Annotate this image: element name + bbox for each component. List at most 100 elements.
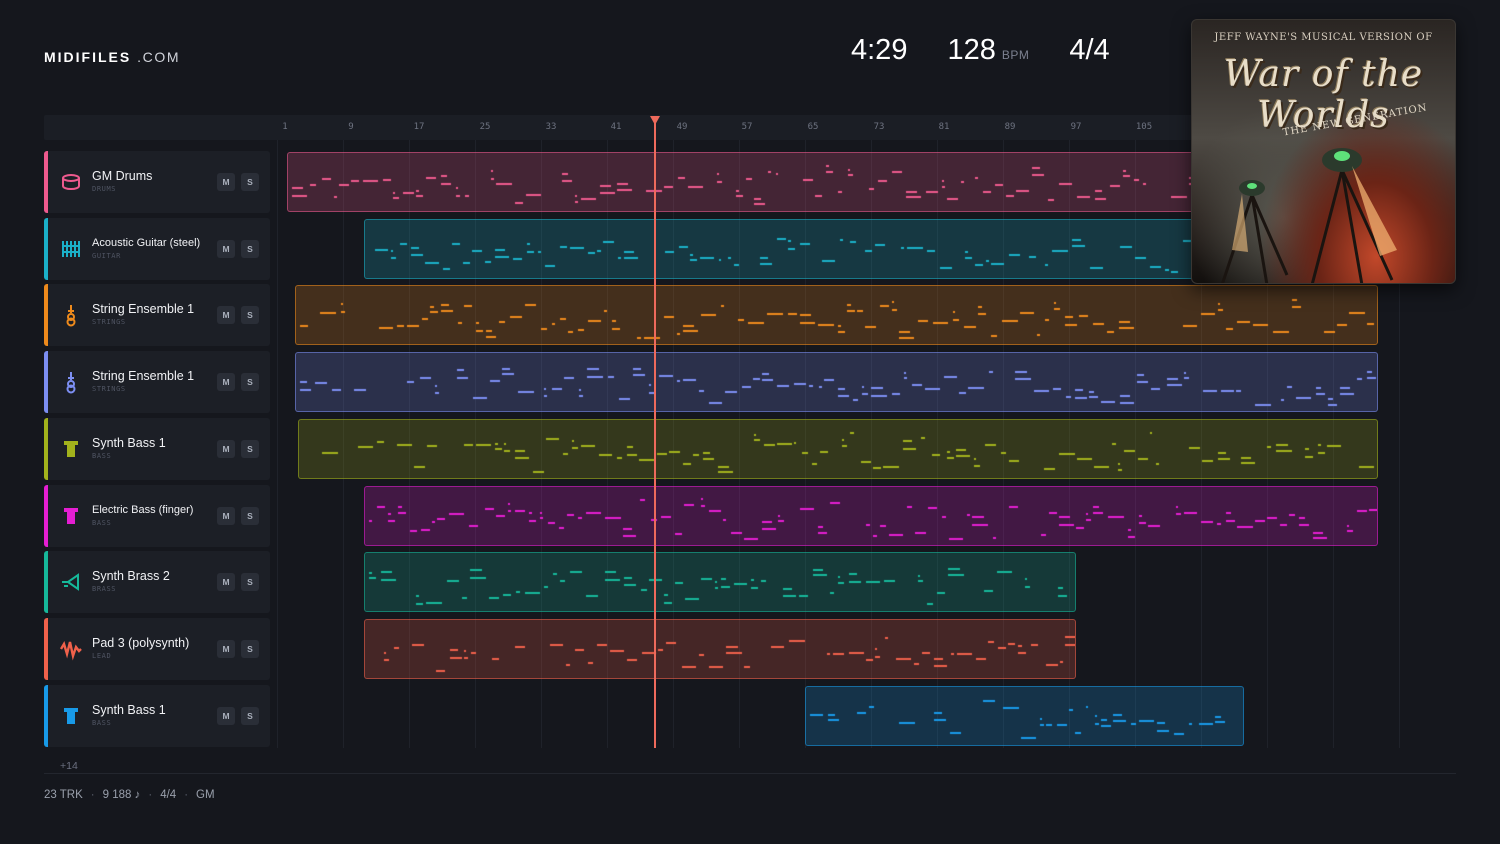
track-name: Acoustic Guitar (steel): [92, 237, 201, 249]
bar-number: 97: [1070, 122, 1082, 132]
brand-suffix: .COM: [137, 49, 181, 65]
bar-number: 105: [1135, 122, 1153, 132]
bar-number: 1: [282, 122, 288, 132]
track-category: DRUMS: [92, 185, 117, 193]
mute-button[interactable]: M: [217, 173, 235, 191]
solo-button[interactable]: S: [241, 640, 259, 658]
track-category: STRINGS: [92, 318, 126, 326]
album-cover: JEFF WAYNE'S MUSICAL VERSION OF War of t…: [1191, 19, 1456, 284]
track-name: String Ensemble 1: [92, 369, 195, 383]
track-color-stripe: [44, 485, 48, 547]
solo-button[interactable]: S: [241, 373, 259, 391]
mute-button[interactable]: M: [217, 507, 235, 525]
playhead-marker[interactable]: [650, 116, 660, 125]
track-category: BRASS: [92, 585, 117, 593]
bar-number: 65: [807, 122, 819, 132]
song-stats: 4:29 128 BPM 4/4: [851, 34, 1110, 67]
note-pattern: [288, 153, 1246, 211]
track-color-stripe: [44, 151, 48, 213]
note-pattern: [365, 620, 1075, 678]
solo-button[interactable]: S: [241, 507, 259, 525]
solo-button[interactable]: S: [241, 306, 259, 324]
footer-summary: 23 TRK · 9 188 ♪ · 4/4 · GM: [44, 789, 215, 801]
track-header[interactable]: Synth Bass 1 BASS M S: [44, 685, 270, 747]
track-category: BASS: [92, 519, 112, 527]
solo-button[interactable]: S: [241, 573, 259, 591]
bass-icon: [59, 504, 83, 528]
track-name: Synth Brass 2: [92, 569, 170, 583]
bass-icon: [59, 704, 83, 728]
track-header[interactable]: Pad 3 (polysynth) LEAD M S: [44, 618, 270, 680]
track-color-stripe: [44, 551, 48, 613]
midi-region[interactable]: [805, 686, 1244, 746]
bar-number: 25: [479, 122, 491, 132]
mute-button[interactable]: M: [217, 640, 235, 658]
note-pattern: [296, 353, 1377, 411]
track-name: Pad 3 (polysynth): [92, 636, 190, 650]
drum-icon: [59, 170, 83, 194]
solo-button[interactable]: S: [241, 440, 259, 458]
note-pattern: [365, 220, 1246, 278]
footer-midi-standard: GM: [196, 789, 215, 801]
violin-icon: [59, 370, 83, 394]
playhead[interactable]: [654, 116, 656, 748]
track-header[interactable]: String Ensemble 1 STRINGS M S: [44, 351, 270, 413]
note-pattern: [365, 553, 1075, 611]
track-header[interactable]: Acoustic Guitar (steel) GUITAR M S: [44, 218, 270, 280]
mute-button[interactable]: M: [217, 707, 235, 725]
mute-button[interactable]: M: [217, 240, 235, 258]
track-name: Synth Bass 1: [92, 436, 166, 450]
brand-name: MIDIFILES: [44, 49, 132, 65]
bar-number: 9: [348, 122, 354, 132]
track-header[interactable]: Synth Brass 2 BRASS M S: [44, 551, 270, 613]
track-color-stripe: [44, 284, 48, 346]
bar-number: 73: [873, 122, 885, 132]
track-category: LEAD: [92, 652, 112, 660]
track-color-stripe: [44, 618, 48, 680]
time-signature-display: 4/4: [1069, 34, 1110, 66]
brand-logo[interactable]: MIDIFILES .COM: [44, 49, 180, 65]
track-category: GUITAR: [92, 252, 121, 260]
horn-icon: [59, 570, 83, 594]
wave-icon: [59, 637, 83, 661]
midi-region[interactable]: [287, 152, 1247, 212]
note-pattern: [296, 286, 1377, 344]
track-header[interactable]: Synth Bass 1 BASS M S: [44, 418, 270, 480]
bass-icon: [59, 437, 83, 461]
footer-track-count: 23 TRK: [44, 789, 83, 801]
track-color-stripe: [44, 418, 48, 480]
tempo-unit: BPM: [1001, 48, 1030, 62]
track-header[interactable]: String Ensemble 1 STRINGS M S: [44, 284, 270, 346]
track-header[interactable]: GM Drums DRUMS M S: [44, 151, 270, 213]
bar-number: 49: [676, 122, 688, 132]
mute-button[interactable]: M: [217, 373, 235, 391]
track-name: String Ensemble 1: [92, 302, 195, 316]
footer-time-signature: 4/4: [160, 789, 177, 801]
track-header[interactable]: Electric Bass (finger) BASS M S: [44, 485, 270, 547]
mute-button[interactable]: M: [217, 306, 235, 324]
track-color-stripe: [44, 218, 48, 280]
solo-button[interactable]: S: [241, 240, 259, 258]
bar-number: 17: [413, 122, 425, 132]
midi-region[interactable]: [295, 352, 1378, 412]
track-category: BASS: [92, 452, 112, 460]
mute-button[interactable]: M: [217, 573, 235, 591]
more-tracks-count[interactable]: +14: [60, 760, 78, 772]
midi-region[interactable]: [364, 552, 1076, 612]
track-color-stripe: [44, 685, 48, 747]
note-pattern: [299, 420, 1377, 478]
midi-region[interactable]: [295, 285, 1378, 345]
bar-number: 57: [741, 122, 753, 132]
midi-region[interactable]: [364, 219, 1247, 279]
guitar-icon: [59, 237, 83, 261]
midi-region[interactable]: [364, 486, 1378, 546]
midi-region[interactable]: [298, 419, 1378, 479]
track-category: STRINGS: [92, 385, 126, 393]
track-name: GM Drums: [92, 169, 153, 183]
solo-button[interactable]: S: [241, 173, 259, 191]
midi-region[interactable]: [364, 619, 1076, 679]
duration-display: 4:29: [851, 34, 908, 66]
solo-button[interactable]: S: [241, 707, 259, 725]
mute-button[interactable]: M: [217, 440, 235, 458]
note-pattern: [806, 687, 1243, 745]
